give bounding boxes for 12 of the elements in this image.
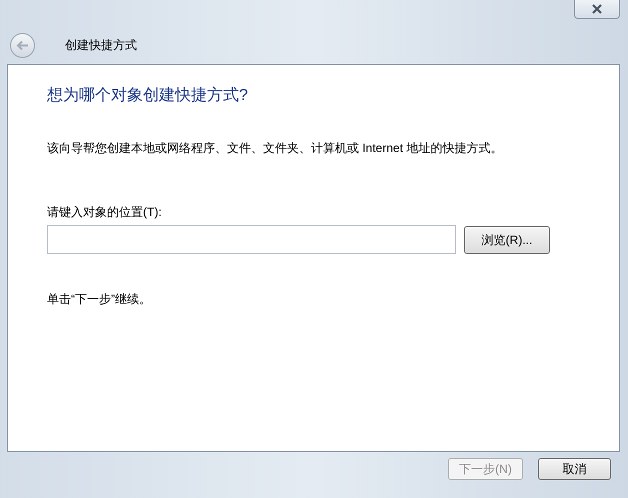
window-title: 创建快捷方式 [65,37,137,54]
location-label: 请键入对象的位置(T): [47,204,163,221]
hint-text: 单击“下一步”继续。 [47,291,152,308]
back-button[interactable] [10,32,35,58]
close-button[interactable] [574,0,620,19]
location-field[interactable] [47,225,456,254]
browse-button[interactable]: 浏览(R)... [464,226,550,254]
close-icon [591,4,603,14]
back-arrow-icon [16,40,29,50]
cancel-button[interactable]: 取消 [538,458,611,480]
page-heading: 想为哪个对象创建快捷方式? [47,86,249,106]
description-text: 该向导帮您创建本地或网络程序、文件、文件夹、计算机或 Internet 地址的快捷方式。 [47,140,504,157]
